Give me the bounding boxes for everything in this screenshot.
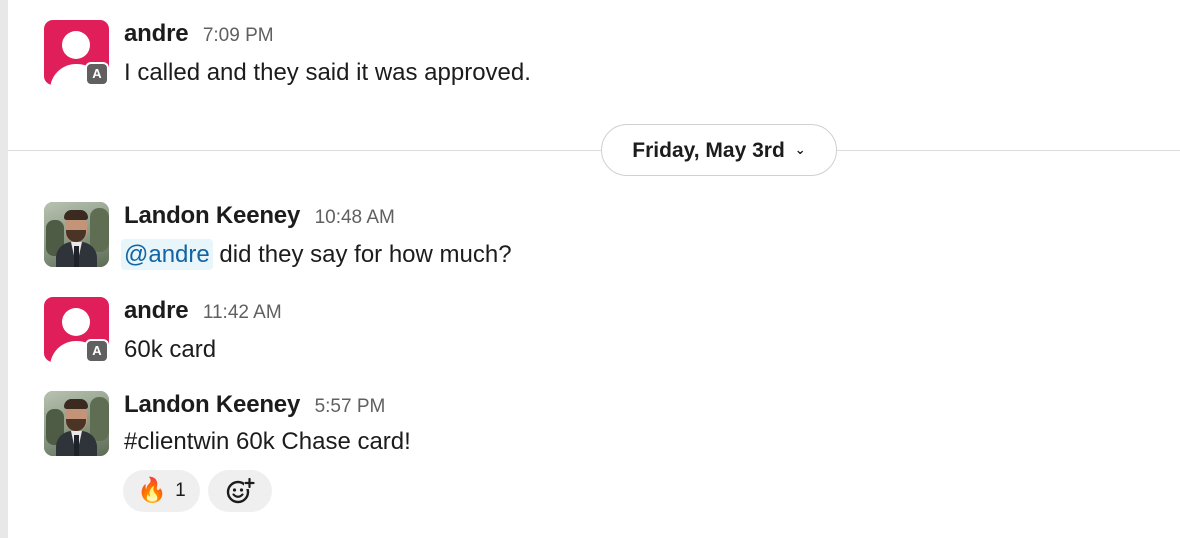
chevron-down-icon: ⌄ xyxy=(794,142,806,157)
message-header: Landon Keeney 5:57 PM xyxy=(124,391,385,419)
reaction-fire-button[interactable]: 🔥 1 xyxy=(123,470,200,512)
add-reaction-button[interactable] xyxy=(208,470,272,512)
message-text: 60k card xyxy=(124,336,217,363)
left-rail xyxy=(0,0,8,538)
author-name[interactable]: Landon Keeney xyxy=(124,391,300,418)
message-text: @andre did they say for how much? xyxy=(121,239,512,270)
reaction-count: 1 xyxy=(175,480,186,501)
message-header: Landon Keeney 10:48 AM xyxy=(124,202,395,230)
date-divider-line xyxy=(8,150,1180,151)
timestamp[interactable]: 11:42 AM xyxy=(203,302,282,323)
avatar-photo-hair xyxy=(64,210,88,220)
avatar-photo-tie xyxy=(74,246,79,267)
author-name[interactable]: andre xyxy=(124,20,189,47)
message-text: #clientwin 60k Chase card! xyxy=(124,428,411,455)
message-header: andre 7:09 PM xyxy=(124,20,274,48)
avatar[interactable] xyxy=(44,202,109,267)
user-badge: A xyxy=(85,339,109,363)
avatar-head-shape xyxy=(62,308,90,336)
date-divider-label: Friday, May 3rd xyxy=(632,139,785,162)
user-mention[interactable]: @andre xyxy=(121,239,213,270)
message-text-rest: did they say for how much? xyxy=(212,241,512,268)
add-reaction-icon xyxy=(226,477,255,504)
author-name[interactable]: andre xyxy=(124,297,189,324)
timestamp[interactable]: 10:48 AM xyxy=(315,207,395,228)
user-badge: A xyxy=(85,62,109,86)
author-name[interactable]: Landon Keeney xyxy=(124,202,300,229)
avatar-photo-tree xyxy=(90,397,109,441)
timestamp[interactable]: 7:09 PM xyxy=(203,25,274,46)
avatar-head-shape xyxy=(62,31,90,59)
avatar-photo-hair xyxy=(64,399,88,409)
fire-emoji: 🔥 xyxy=(137,477,168,504)
message-header: andre 11:42 AM xyxy=(124,297,282,325)
avatar[interactable] xyxy=(44,391,109,456)
message-text: I called and they said it was approved. xyxy=(124,59,531,86)
avatar-photo-tree xyxy=(90,208,109,252)
date-divider-button[interactable]: Friday, May 3rd ⌄ xyxy=(601,124,837,176)
avatar-photo-tie xyxy=(74,435,79,456)
timestamp[interactable]: 5:57 PM xyxy=(315,396,386,417)
